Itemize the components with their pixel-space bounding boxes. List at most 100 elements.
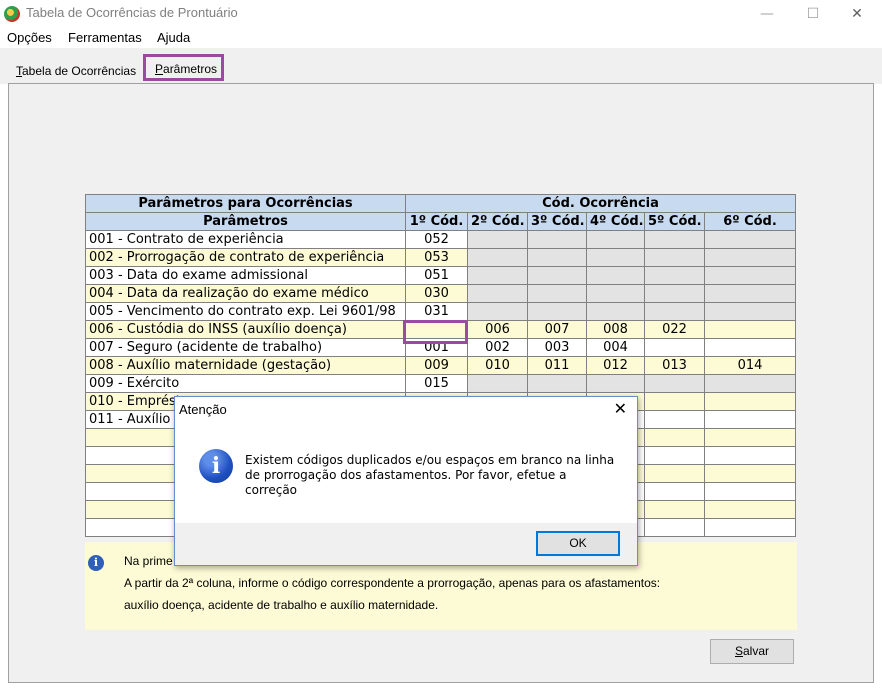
code-cell[interactable] [703, 266, 797, 285]
code-cell[interactable] [527, 302, 587, 321]
code-cell[interactable] [644, 248, 705, 267]
code-cell[interactable]: 030 [405, 284, 468, 303]
save-label: alvar [743, 644, 770, 658]
code-cell[interactable] [703, 464, 797, 483]
code-cell[interactable] [586, 374, 645, 393]
code-cell[interactable]: 003 [527, 338, 587, 357]
column-header: 2º Cód. [467, 212, 528, 231]
code-cell[interactable] [467, 266, 528, 285]
code-cell[interactable] [703, 518, 797, 537]
column-header: Parâmetros [85, 212, 406, 231]
information-icon: i [199, 449, 233, 483]
code-cell[interactable] [644, 284, 705, 303]
code-cell[interactable] [703, 248, 797, 267]
code-cell[interactable] [527, 266, 587, 285]
code-cell[interactable] [644, 338, 705, 357]
ok-button[interactable]: OK [536, 531, 620, 556]
code-cell[interactable] [703, 374, 797, 393]
dialog-close-icon[interactable]: ✕ [614, 399, 627, 418]
code-cell[interactable]: 031 [405, 302, 468, 321]
code-cell[interactable] [586, 230, 645, 249]
app-icon [4, 6, 20, 22]
row-label: 004 - Data da realização do exame médico [85, 284, 406, 303]
code-cell[interactable] [644, 428, 705, 447]
code-cell[interactable]: 008 [586, 320, 645, 339]
code-cell[interactable] [703, 302, 797, 321]
code-cell[interactable] [644, 230, 705, 249]
tab-tabela-ocorrencias[interactable]: Tabela de Ocorrências [8, 62, 138, 82]
alert-dialog: Atenção ✕ i Existem códigos duplicados e… [174, 396, 638, 566]
code-cell[interactable] [644, 266, 705, 285]
code-cell[interactable]: 011 [527, 356, 587, 375]
code-cell[interactable] [644, 482, 705, 501]
maximize-button[interactable]: ☐ [790, 0, 836, 28]
code-cell[interactable] [703, 338, 797, 357]
code-cell[interactable] [703, 500, 797, 519]
column-header: 1º Cód. [405, 212, 468, 231]
code-cell[interactable] [644, 392, 705, 411]
code-cell[interactable]: 009 [405, 356, 468, 375]
dialog-footer: OK [175, 523, 637, 565]
table-row: 001 - Contrato de experiência 052 [85, 230, 797, 249]
close-button[interactable]: ✕ [834, 0, 880, 28]
menu-ajuda[interactable]: Ajuda [157, 30, 190, 45]
code-cell[interactable] [586, 266, 645, 285]
save-button[interactable]: Salvar [710, 639, 794, 664]
code-cell[interactable]: 004 [586, 338, 645, 357]
code-cell[interactable] [467, 230, 528, 249]
row-label: 003 - Data do exame admissional [85, 266, 406, 285]
code-cell[interactable] [586, 284, 645, 303]
code-cell[interactable] [703, 284, 797, 303]
code-cell[interactable] [467, 374, 528, 393]
code-cell[interactable]: 013 [644, 356, 705, 375]
code-cell[interactable]: 022 [644, 320, 705, 339]
code-cell[interactable] [527, 230, 587, 249]
tab-strip: Tabela de Ocorrências Parâmetros [0, 48, 882, 84]
code-cell[interactable] [467, 284, 528, 303]
column-header: 5º Cód. [644, 212, 705, 231]
tab-label-mnemonic: P [155, 62, 164, 76]
tab-parametros[interactable]: Parâmetros [143, 54, 224, 81]
code-cell[interactable] [644, 446, 705, 465]
code-cell[interactable] [703, 320, 797, 339]
code-cell[interactable]: 012 [586, 356, 645, 375]
code-cell[interactable] [586, 248, 645, 267]
code-cell[interactable]: 006 [467, 320, 528, 339]
code-cell[interactable]: 002 [467, 338, 528, 357]
code-cell[interactable]: 051 [405, 266, 468, 285]
code-cell[interactable]: 007 [527, 320, 587, 339]
row-label: 005 - Vencimento do contrato exp. Lei 96… [85, 302, 406, 321]
code-cell[interactable] [467, 248, 528, 267]
code-cell[interactable] [703, 446, 797, 465]
table-row: 003 - Data do exame admissional 051 [85, 266, 797, 285]
code-cell[interactable] [644, 302, 705, 321]
code-cell[interactable] [703, 428, 797, 447]
code-cell[interactable] [703, 482, 797, 501]
menu-ferramentas[interactable]: Ferramentas [68, 30, 142, 45]
group-header-parametros: Parâmetros para Ocorrências [85, 194, 406, 213]
code-cell[interactable]: 052 [405, 230, 468, 249]
code-cell[interactable] [644, 500, 705, 519]
code-cell[interactable]: 053 [405, 248, 468, 267]
code-cell[interactable]: 014 [703, 356, 797, 375]
code-cell[interactable] [644, 464, 705, 483]
code-cell[interactable] [644, 410, 705, 429]
code-cell[interactable] [527, 284, 587, 303]
row-label: 008 - Auxílio maternidade (gestação) [85, 356, 406, 375]
code-cell[interactable] [703, 392, 797, 411]
code-cell[interactable] [467, 302, 528, 321]
save-label-mnemonic: S [734, 644, 743, 658]
code-cell[interactable]: 015 [405, 374, 468, 393]
window-title: Tabela de Ocorrências de Prontuário [26, 5, 238, 20]
minimize-button[interactable]: — [744, 0, 790, 28]
code-cell[interactable] [703, 410, 797, 429]
code-cell[interactable] [586, 302, 645, 321]
dialog-message: Existem códigos duplicados e/ou espaços … [245, 453, 615, 497]
code-cell[interactable]: 010 [467, 356, 528, 375]
menu-opcoes[interactable]: Opções [7, 30, 52, 45]
code-cell[interactable] [644, 374, 705, 393]
code-cell[interactable] [527, 374, 587, 393]
code-cell[interactable] [644, 518, 705, 537]
code-cell[interactable] [527, 248, 587, 267]
code-cell[interactable] [703, 230, 797, 249]
